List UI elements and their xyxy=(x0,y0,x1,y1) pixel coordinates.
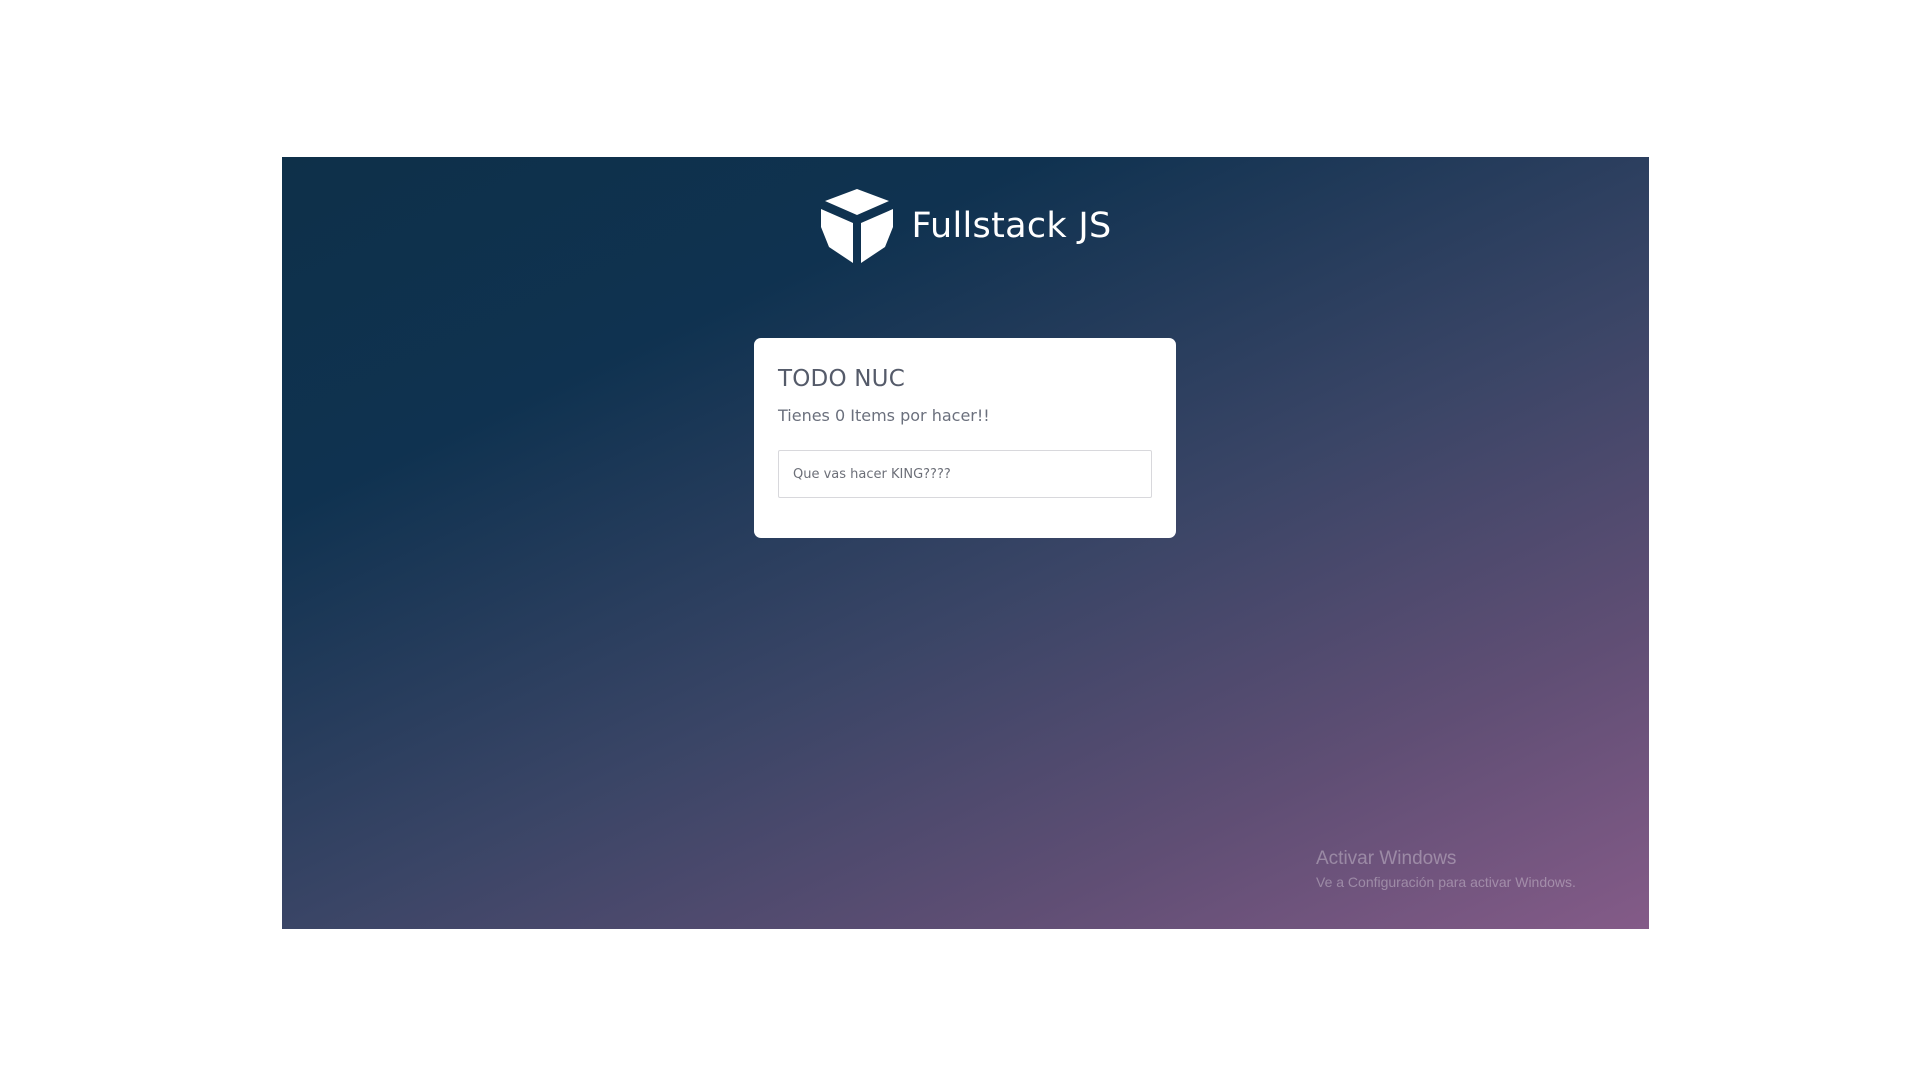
watermark-title: Activar Windows xyxy=(1316,848,1457,869)
app-viewport: Fullstack JS TODO NUC Tienes 0 Items por… xyxy=(282,157,1649,929)
items-count-text: Tienes 0 Items por hacer!! xyxy=(778,406,990,425)
brand-header: Fullstack JS xyxy=(282,187,1649,265)
todo-input[interactable] xyxy=(778,450,1152,498)
card-title: TODO NUC xyxy=(778,366,905,392)
todo-card: TODO NUC Tienes 0 Items por hacer!! xyxy=(754,338,1176,538)
watermark-subtitle: Ve a Configuración para activar Windows. xyxy=(1316,874,1576,890)
cube-logo-icon xyxy=(819,187,895,265)
windows-activation-watermark: Activar Windows Ve a Configuración para … xyxy=(1316,848,1576,890)
brand-title: Fullstack JS xyxy=(911,206,1112,246)
